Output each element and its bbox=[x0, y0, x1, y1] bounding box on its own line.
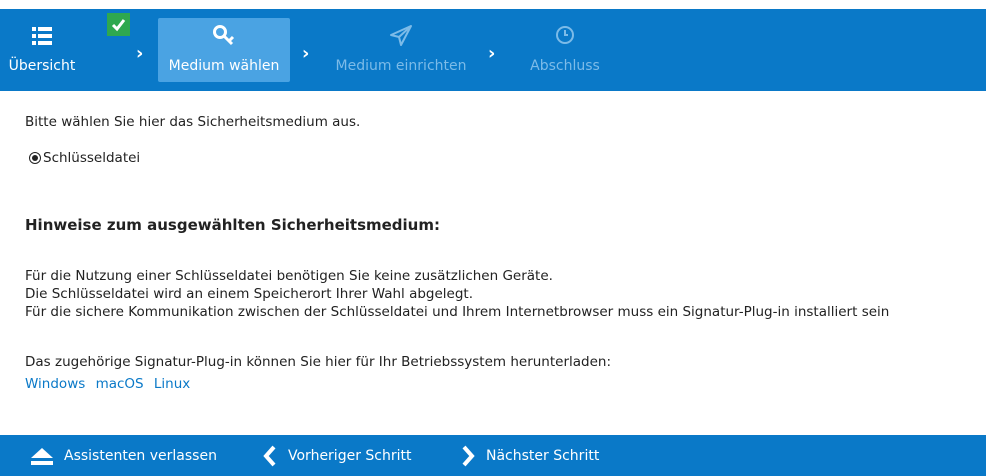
clock-icon bbox=[515, 24, 615, 48]
previous-step-button[interactable]: Vorheriger Schritt bbox=[262, 435, 411, 476]
done-check-icon bbox=[107, 13, 130, 36]
medium-option-keyfile[interactable]: Schlüsseldatei bbox=[29, 150, 140, 166]
previous-label: Vorheriger Schritt bbox=[288, 447, 412, 464]
chevron-right-icon: › bbox=[136, 43, 144, 64]
list-icon bbox=[6, 24, 78, 48]
chevron-right-icon: › bbox=[302, 43, 310, 64]
info-line: Für die Nutzung einer Schlüsseldatei ben… bbox=[25, 268, 553, 284]
eject-icon bbox=[31, 447, 53, 465]
next-step-button[interactable]: Nächster Schritt bbox=[460, 435, 599, 476]
next-label: Nächster Schritt bbox=[486, 447, 600, 464]
step-overview[interactable]: Übersicht bbox=[6, 18, 78, 82]
step-choose-medium[interactable]: Medium wählen bbox=[158, 18, 290, 82]
option-label: Schlüsseldatei bbox=[43, 150, 141, 166]
link-macos[interactable]: macOS bbox=[96, 376, 144, 392]
info-text: Für die Nutzung einer Schlüsseldatei ben… bbox=[25, 267, 889, 321]
download-links: Windows macOS Linux bbox=[25, 376, 196, 392]
radio-selected-icon[interactable] bbox=[29, 152, 41, 164]
intro-text: Bitte wählen Sie hier das Sicherheitsmed… bbox=[25, 114, 361, 130]
chevron-left-icon bbox=[263, 445, 276, 466]
section-heading: Hinweise zum ausgewählten Sicherheitsmed… bbox=[25, 216, 440, 234]
paper-plane-icon bbox=[326, 24, 476, 48]
step-finish: Abschluss bbox=[515, 18, 615, 82]
info-line: Die Schlüsseldatei wird an einem Speiche… bbox=[25, 286, 473, 302]
link-windows[interactable]: Windows bbox=[25, 376, 85, 392]
key-icon bbox=[158, 24, 290, 48]
wizard-step-bar: Übersicht › Medium wählen › Medium einri… bbox=[0, 9, 986, 91]
chevron-right-icon bbox=[462, 445, 475, 466]
link-linux[interactable]: Linux bbox=[154, 376, 190, 392]
chevron-right-icon: › bbox=[488, 43, 496, 64]
exit-wizard-button[interactable]: Assistenten verlassen bbox=[30, 435, 217, 476]
exit-label: Assistenten verlassen bbox=[64, 447, 217, 464]
download-text: Das zugehörige Signatur-Plug-in können S… bbox=[25, 354, 612, 370]
wizard-footer: Assistenten verlassen Vorheriger Schritt… bbox=[0, 435, 986, 476]
info-line: Für die sichere Kommunikation zwischen d… bbox=[25, 304, 890, 320]
step-label: Medium wählen bbox=[168, 58, 280, 74]
step-label: Übersicht bbox=[8, 58, 76, 74]
step-label: Abschluss bbox=[530, 58, 600, 74]
step-label: Medium einrichten bbox=[335, 58, 467, 74]
step-setup-medium: Medium einrichten bbox=[326, 18, 476, 82]
